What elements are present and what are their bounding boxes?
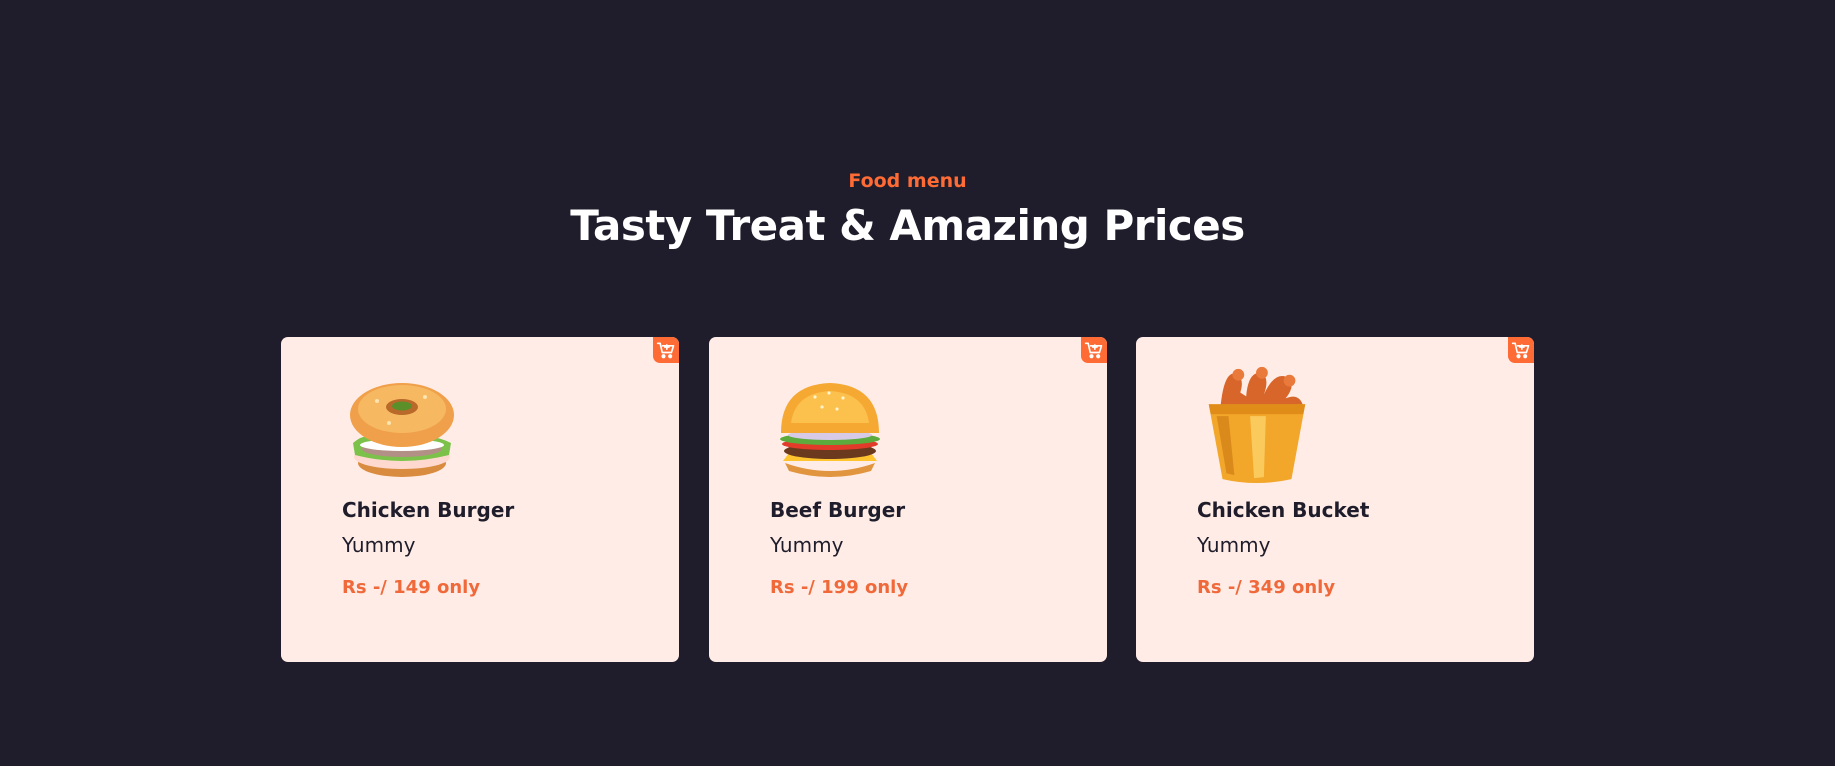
- item-name: Chicken Bucket: [1197, 498, 1370, 522]
- item-description: Yummy: [770, 533, 844, 557]
- section-eyebrow: Food menu: [848, 170, 967, 192]
- item-description: Yummy: [342, 533, 416, 557]
- bagel-burger-image: [350, 383, 454, 477]
- add-to-cart-icon: [1511, 342, 1530, 359]
- section-title: Tasty Treat & Amazing Prices: [570, 201, 1245, 250]
- beef-burger-image: [780, 383, 880, 477]
- item-price: Rs -/ 349 only: [1197, 577, 1336, 598]
- item-name: Beef Burger: [770, 498, 906, 522]
- add-to-cart-button[interactable]: [1508, 337, 1534, 363]
- add-to-cart-button[interactable]: [653, 337, 679, 363]
- item-price: Rs -/ 149 only: [342, 577, 481, 598]
- chicken-bucket-image: [1208, 366, 1306, 484]
- menu-card-chicken-bucket[interactable]: Chicken Bucket Yummy Rs -/ 349 only: [1136, 337, 1534, 662]
- item-name: Chicken Burger: [342, 498, 515, 522]
- item-price: Rs -/ 199 only: [770, 577, 909, 598]
- item-description: Yummy: [1197, 533, 1271, 557]
- add-to-cart-button[interactable]: [1081, 337, 1107, 363]
- menu-card-beef-burger[interactable]: Beef Burger Yummy Rs -/ 199 only: [709, 337, 1107, 662]
- add-to-cart-icon: [1084, 342, 1103, 359]
- add-to-cart-icon: [656, 342, 675, 359]
- menu-card-chicken-burger[interactable]: Chicken Burger Yummy Rs -/ 149 only: [281, 337, 679, 662]
